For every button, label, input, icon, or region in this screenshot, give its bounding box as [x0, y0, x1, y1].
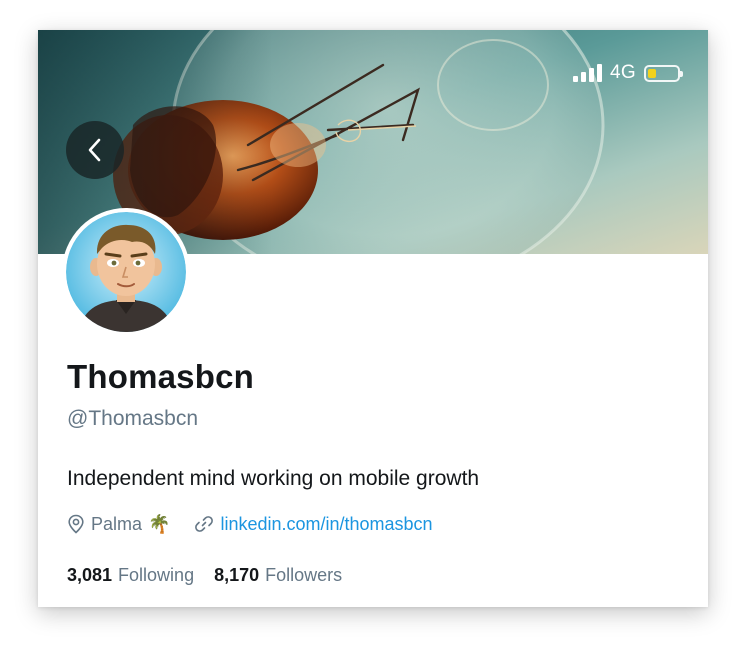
- battery-level-fill: [648, 68, 656, 78]
- avatar[interactable]: [62, 208, 190, 336]
- palm-tree-emoji: 🌴: [148, 513, 171, 534]
- chevron-left-icon: [88, 138, 101, 162]
- display-name: Thomasbcn: [67, 358, 254, 395]
- location-pin-icon: [68, 514, 84, 534]
- following-count: 3,081: [67, 565, 113, 585]
- website-link[interactable]: linkedin.com/in/thomasbcn: [220, 514, 432, 535]
- profile-card: 4G Thomasbcn @Thomasbcn Independent mind…: [38, 30, 708, 607]
- link-icon: [195, 516, 214, 532]
- battery-icon: [644, 64, 683, 82]
- followers-stat[interactable]: 8,170 Followers: [214, 565, 342, 586]
- signal-bars-icon: [573, 64, 603, 82]
- profile-meta-row: Palma 🌴 linkedin.com/in/thomasbcn: [67, 511, 433, 537]
- network-type: 4G: [610, 62, 636, 83]
- user-handle: @Thomasbcn: [67, 407, 199, 430]
- location: Palma 🌴: [67, 514, 170, 535]
- profile-bio: Independent mind working on mobile growt…: [67, 467, 480, 490]
- back-button[interactable]: [66, 121, 124, 179]
- profile-stats: 3,081 Following 8,170 Followers: [67, 565, 342, 586]
- following-stat[interactable]: 3,081 Following: [67, 565, 194, 586]
- location-text: Palma: [91, 513, 143, 534]
- status-bar: 4G: [573, 62, 683, 84]
- website: linkedin.com/in/thomasbcn: [194, 514, 433, 535]
- followers-count: 8,170: [214, 565, 260, 585]
- following-label: Following: [118, 565, 195, 585]
- followers-label: Followers: [265, 565, 343, 585]
